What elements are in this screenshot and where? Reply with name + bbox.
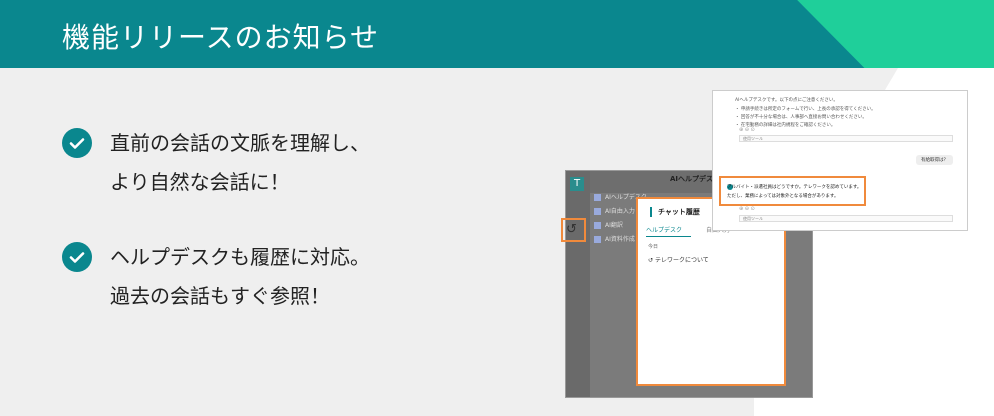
- reaction-icons[interactable]: ⊕ ⊖ ⊙: [739, 206, 755, 212]
- feature-item: 直前の会話の文脈を理解し、 より自然な会話に！: [62, 124, 370, 202]
- tool-select[interactable]: 使用ツール: [739, 135, 953, 142]
- answer-line: アルバイト・派遣社員はどうですか。テレワークを認めています。: [727, 185, 862, 190]
- context-answer-highlight: アルバイト・派遣社員はどうですか。テレワークを認めています。 ただし、業務によっ…: [719, 176, 866, 206]
- reaction-icons[interactable]: ⊕ ⊖ ⊙: [739, 127, 755, 133]
- page-title: 機能リリースのお知らせ: [62, 21, 380, 54]
- chat-line: ・ 回答が不十分な場合は、人事部へ直接お問い合わせください。: [735, 115, 867, 120]
- answer-line: ただし、業務によっては対象外となる場合があります。: [727, 194, 839, 199]
- app-logo: T: [570, 177, 584, 191]
- user-message: 有給取得は？: [916, 155, 953, 165]
- check-icon: [62, 128, 92, 158]
- tool-select[interactable]: 使用ツール: [739, 215, 953, 222]
- chat-line: AIヘルプデスクです。以下の点にご注意ください。: [735, 98, 838, 103]
- tab-helpdesk[interactable]: ヘルプデスク: [646, 227, 682, 234]
- feature-line: 直前の会話の文脈を理解し、: [110, 131, 370, 155]
- history-icon[interactable]: ↺: [566, 222, 577, 238]
- feature-line: より自然な会話に！: [110, 170, 290, 194]
- history-item[interactable]: ↺ テレワークについて: [648, 255, 709, 264]
- history-group-label: 今日: [648, 244, 659, 250]
- header-banner: 機能リリースのお知らせ: [0, 0, 994, 68]
- history-button-highlight[interactable]: ↺: [561, 218, 586, 242]
- tab-underline: [646, 236, 691, 237]
- app-rail: [566, 171, 590, 397]
- panel-title: チャット履歴: [650, 207, 700, 217]
- feature-line: ヘルプデスクも履歴に対応。: [110, 245, 370, 269]
- feature-item: ヘルプデスクも履歴に対応。 過去の会話もすぐ参照！: [62, 238, 370, 316]
- check-icon: [62, 242, 92, 272]
- chat-line: ・ 申請手続きは所定のフォームで行い、上長の承認を得てください。: [735, 107, 876, 112]
- chat-screenshot: AIヘルプデスクです。以下の点にご注意ください。 ・ 申請手続きは所定のフォーム…: [712, 90, 968, 231]
- feature-line: 過去の会話もすぐ参照！: [110, 284, 330, 308]
- feature-text: ヘルプデスクも履歴に対応。 過去の会話もすぐ参照！: [110, 238, 370, 316]
- feature-text: 直前の会話の文脈を理解し、 より自然な会話に！: [110, 124, 370, 202]
